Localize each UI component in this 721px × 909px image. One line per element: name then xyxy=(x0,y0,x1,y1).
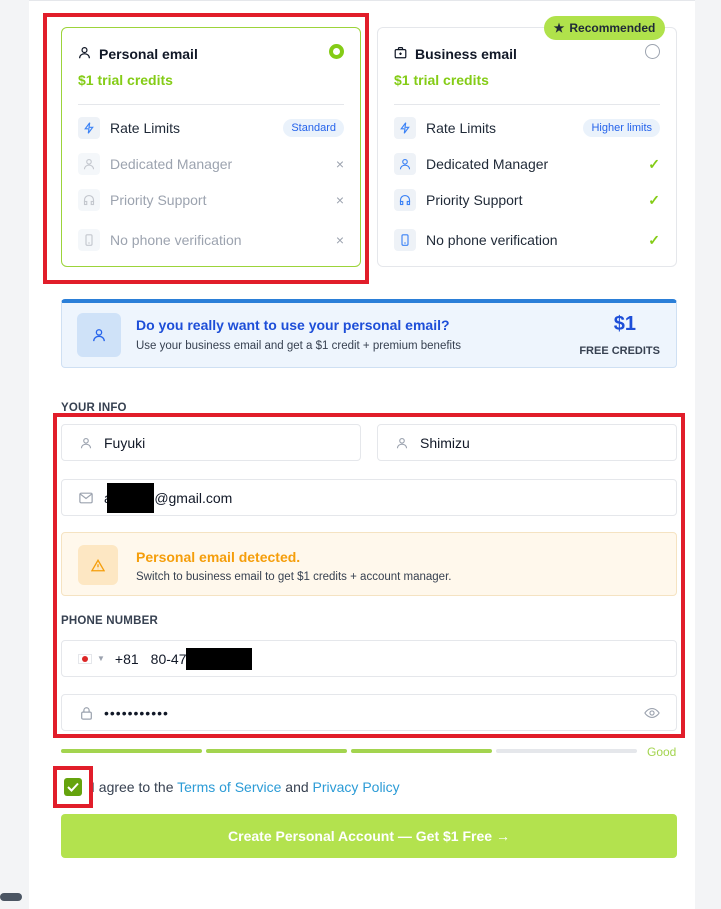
user-icon xyxy=(394,437,410,449)
password-field[interactable]: ••••••••••• xyxy=(61,694,677,731)
user-icon xyxy=(394,153,416,175)
agree-checkbox[interactable] xyxy=(64,778,82,796)
headphones-icon xyxy=(394,189,416,211)
lightning-icon xyxy=(78,117,100,139)
banner-title: Do you really want to use your personal … xyxy=(136,317,450,333)
scrollbar-thumb[interactable] xyxy=(0,893,22,901)
japan-flag-icon xyxy=(78,653,92,664)
cross-icon: × xyxy=(335,156,344,172)
feature-priority-support: Priority Support ✓ xyxy=(394,188,660,212)
email-field[interactable]: aff@gmail.com xyxy=(61,479,677,516)
plan-credit: $1 trial credits xyxy=(78,72,173,88)
password-value: ••••••••••• xyxy=(104,704,169,721)
eye-icon[interactable] xyxy=(644,707,660,719)
plan-title: Personal email xyxy=(99,46,198,62)
feature-no-phone-verification: No phone verification ✓ xyxy=(394,228,660,252)
privacy-link[interactable]: Privacy Policy xyxy=(313,779,400,795)
agree-text: I agree to the Terms of Service and Priv… xyxy=(91,779,400,795)
chevron-down-icon: ▼ xyxy=(97,654,105,663)
feature-rate-limits: Rate Limits Standard xyxy=(78,116,344,140)
plan-radio-business[interactable] xyxy=(645,44,660,59)
create-account-button[interactable]: Create Personal Account — Get $1 Free → xyxy=(61,814,677,858)
your-info-label: YOUR INFO xyxy=(61,402,127,414)
country-selector[interactable]: ▼ xyxy=(78,653,105,664)
last-name-field[interactable]: Shimizu xyxy=(377,424,677,461)
recommended-badge: ★ Recommended xyxy=(544,16,665,40)
rate-limit-badge: Higher limits xyxy=(583,119,660,137)
redaction-block xyxy=(107,482,155,513)
feature-no-phone-verification: No phone verification × xyxy=(78,228,344,252)
banner-amount: $1 xyxy=(613,313,636,335)
feature-priority-support: Priority Support × xyxy=(78,188,344,212)
lock-icon xyxy=(78,706,94,720)
plan-card-business[interactable]: Business email $1 trial credits Rate Lim… xyxy=(377,27,677,267)
last-name-value: Shimizu xyxy=(420,434,470,451)
phone-icon xyxy=(394,229,416,251)
plan-radio-personal[interactable] xyxy=(329,44,344,59)
feature-dedicated-manager: Dedicated Manager × xyxy=(78,152,344,176)
user-icon xyxy=(78,153,100,175)
plan-credit: $1 trial credits xyxy=(394,72,489,88)
password-strength-segment xyxy=(61,749,202,753)
banner-subtitle: Use your business email and get a $1 cre… xyxy=(136,340,462,352)
divider xyxy=(78,104,344,105)
user-icon xyxy=(77,313,121,357)
terms-link[interactable]: Terms of Service xyxy=(177,779,281,795)
headphones-icon xyxy=(78,189,100,211)
plan-title: Business email xyxy=(415,46,517,62)
check-icon: ✓ xyxy=(648,231,660,248)
password-strength-label: Good xyxy=(647,745,677,759)
password-strength-segment xyxy=(496,749,637,753)
rate-limit-badge: Standard xyxy=(283,119,344,137)
banner-caption: FREE CREDITS xyxy=(579,345,660,357)
plan-card-personal[interactable]: Personal email $1 trial credits Rate Lim… xyxy=(61,27,361,267)
phone-number-label: PHONE NUMBER xyxy=(61,615,158,627)
redaction-block xyxy=(186,647,253,670)
mail-icon xyxy=(78,492,94,504)
warning-subtitle: Switch to business email to get $1 credi… xyxy=(136,571,452,583)
dial-code: +81 xyxy=(114,650,139,667)
user-icon xyxy=(78,46,91,62)
phone-icon xyxy=(78,229,100,251)
check-icon: ✓ xyxy=(648,155,660,172)
briefcase-icon xyxy=(394,46,407,62)
feature-rate-limits: Rate Limits Higher limits xyxy=(394,116,660,140)
password-strength-segment xyxy=(351,749,492,753)
star-icon: ★ xyxy=(553,21,565,35)
phone-number-value: 80-47 xyxy=(150,650,187,667)
user-icon xyxy=(78,437,94,449)
first-name-field[interactable]: Fuyuki xyxy=(61,424,361,461)
divider xyxy=(394,104,660,105)
password-strength-segment xyxy=(206,749,347,753)
feature-dedicated-manager: Dedicated Manager ✓ xyxy=(394,152,660,176)
cross-icon: × xyxy=(335,232,344,248)
warning-icon xyxy=(78,545,118,585)
cross-icon: × xyxy=(335,192,344,208)
phone-field[interactable]: ▼ +81 80-47 xyxy=(61,640,677,677)
lightning-icon xyxy=(394,117,416,139)
check-icon: ✓ xyxy=(648,191,660,208)
warning-title: Personal email detected. xyxy=(136,549,301,565)
personal-email-warning: Personal email detected. Switch to busin… xyxy=(61,532,677,596)
business-email-upsell-banner: Do you really want to use your personal … xyxy=(61,299,677,368)
first-name-value: Fuyuki xyxy=(104,434,146,451)
email-suffix: @gmail.com xyxy=(154,489,233,506)
